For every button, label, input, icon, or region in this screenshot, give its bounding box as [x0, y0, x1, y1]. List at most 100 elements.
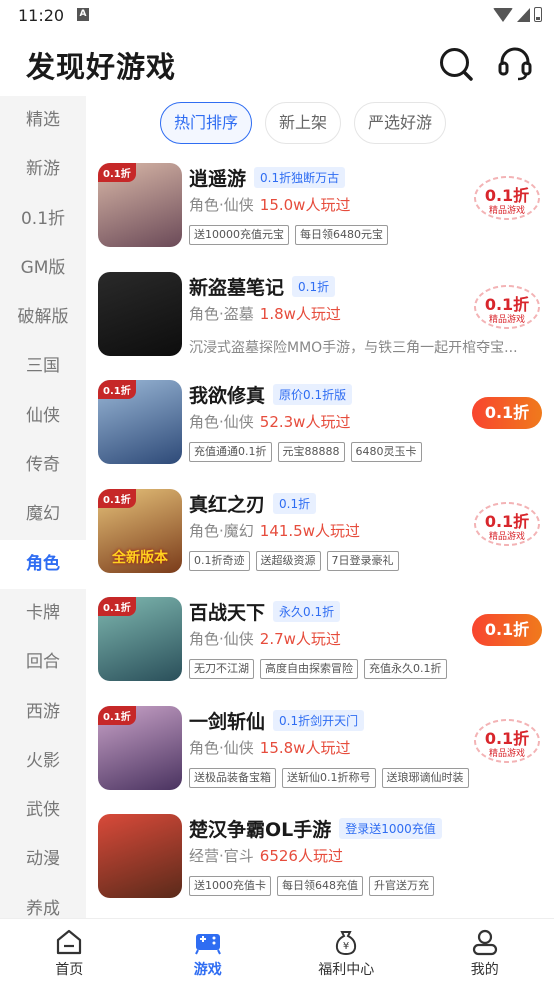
discount-button[interactable]: 0.1折 [472, 397, 542, 429]
stamp-label: 精品游戏 [488, 531, 525, 542]
icon-caption: 全新版本 [112, 549, 168, 566]
game-row[interactable]: 0.1折 一剑斩仙 0.1折剑开天门 角色·仙侠 15.8w人玩过 送极品装备宝箱 送斩仙0… [86, 701, 554, 810]
headset-icon[interactable] [497, 46, 533, 82]
game-name: 百战天下 [189, 602, 266, 624]
sidebar-item[interactable]: 仙侠 [0, 392, 86, 441]
perk-tag: 送斩仙0.1折称号 [282, 767, 376, 788]
game-list: 0.1折 逍遥游 0.1折独断万古 角色·仙侠 15.0w人玩过 送10000充值元宝 每日… [86, 158, 554, 918]
game-row[interactable]: 新盗墓笔记 0.1折角色·盗墓 1.8w人玩过沉浸式盗墓探险MMO手游，与铁三角一起… [86, 267, 554, 376]
game-players: 141.5w人玩过 [259, 521, 360, 540]
game-icon[interactable]: 0.1折 [98, 705, 182, 790]
sidebar-item[interactable]: 养成 [0, 885, 86, 918]
game-title: 我欲修真 原价0.1折版 [189, 381, 353, 408]
nav-item[interactable]: 游戏 [139, 919, 278, 984]
game-players: 15.8w人玩过 [259, 738, 351, 757]
game-meta: 角色·魔幻 141.5w人玩过 [189, 520, 360, 541]
game-category: 角色·仙侠 [189, 630, 254, 648]
game-icon[interactable]: 0.1折 [98, 380, 182, 464]
perk-tag: 高度自由探索冒险 [260, 659, 358, 679]
perk-tag: 7日登录豪礼 [326, 550, 399, 571]
game-badge: 永久0.1折 [273, 601, 341, 622]
game-perk-tags: 0.1折奇迹 送超级资源 7日登录豪礼 [189, 550, 399, 571]
sidebar-item[interactable]: 破解版 [0, 293, 86, 342]
search-icon[interactable] [438, 46, 474, 82]
game-icon[interactable] [98, 814, 182, 898]
discount-stamp: 0.1折 精品游戏 [472, 283, 542, 331]
game-meta: 角色·仙侠 52.3w人玩过 [189, 411, 350, 432]
sidebar-item[interactable]: 动漫 [0, 835, 86, 884]
tab-pill[interactable]: 热门排序 [160, 102, 253, 144]
signal-icon [517, 7, 530, 22]
status-icons [493, 7, 542, 22]
game-category: 角色·魔幻 [189, 521, 254, 540]
game-description: 沉浸式盗墓探险MMO手游，与铁三角一起开棺夺宝... [189, 339, 518, 356]
perk-tag: 送1000充值卡 [189, 876, 271, 896]
sidebar-item[interactable]: 卡牌 [0, 589, 86, 638]
perk-tag: 充值通通0.1折 [189, 442, 272, 462]
game-row[interactable]: 0.1折 我欲修真 原价0.1折版角色·仙侠 52.3w人玩过充值通通0.1折 元宝88… [86, 375, 554, 484]
nav-item[interactable]: 我的 [416, 919, 554, 984]
tab-pill[interactable]: 严选好游 [354, 102, 447, 144]
discount-stamp: 0.1折 精品游戏 [472, 174, 542, 222]
perk-tag: 升官送万充 [369, 876, 434, 896]
game-title: 逍遥游 0.1折独断万古 [189, 164, 346, 191]
game-icon[interactable]: 0.1折 [98, 597, 182, 681]
game-players: 1.8w人玩过 [259, 304, 341, 323]
perk-tag: 送琅琊谪仙时装 [381, 767, 469, 788]
game-icon[interactable]: 0.1折 全新版本 [98, 488, 182, 573]
game-perk-tags: 送10000充值元宝 每日领6480元宝 [189, 225, 388, 245]
bottom-nav: 首页 游戏 ¥ 福利中心 我的 [0, 918, 554, 984]
sidebar-item[interactable]: 西游 [0, 688, 86, 737]
game-title: 百战天下 永久0.1折 [189, 598, 341, 625]
sidebar-item[interactable]: 新游 [0, 145, 86, 194]
game-name: 楚汉争霸OL手游 [189, 819, 332, 841]
game-name: 一剑斩仙 [189, 710, 266, 733]
gamepad-icon [194, 934, 221, 955]
sidebar-item[interactable]: GM版 [0, 244, 86, 293]
sidebar-item[interactable]: 魔幻 [0, 490, 86, 539]
sidebar-item[interactable]: 精选 [0, 96, 86, 145]
icon-discount-tag: 0.1折 [98, 597, 136, 616]
game-meta: 角色·盗墓 1.8w人玩过 [189, 303, 341, 324]
sidebar-item[interactable]: 0.1折 [0, 195, 86, 244]
game-perk-tags: 充值通通0.1折 元宝88888 6480灵玉卡 [189, 442, 422, 462]
wifi-icon [493, 7, 513, 22]
sidebar-item[interactable]: 回合 [0, 638, 86, 687]
game-row[interactable]: 0.1折 全新版本 真红之刃 0.1折 角色·魔幻 141.5w人玩过 0.1折奇迹 送超级资… [86, 484, 554, 593]
sidebar-item[interactable]: 火影 [0, 737, 86, 786]
tab-pill[interactable]: 新上架 [265, 102, 342, 144]
game-title: 新盗墓笔记 0.1折 [189, 273, 336, 300]
discount-button[interactable]: 0.1折 [472, 614, 542, 646]
nav-label: 福利中心 [318, 962, 375, 978]
nav-item[interactable]: 首页 [0, 919, 139, 984]
game-name: 我欲修真 [189, 385, 266, 407]
game-meta: 角色·仙侠 15.0w人玩过 [189, 194, 350, 215]
game-name: 新盗墓笔记 [189, 276, 285, 299]
perk-tag: 每日领648充值 [277, 876, 363, 896]
notification-icon: A [77, 8, 89, 21]
game-name: 真红之刃 [189, 493, 266, 516]
sidebar-item[interactable]: 传奇 [0, 441, 86, 490]
game-perk-tags: 无刀不江湖 高度自由探索冒险 充值永久0.1折 [189, 659, 447, 679]
status-time: 11:20 [18, 6, 65, 25]
game-icon[interactable] [98, 271, 182, 356]
game-players: 15.0w人玩过 [259, 196, 351, 214]
nav-label: 游戏 [193, 962, 222, 978]
game-row[interactable]: 楚汉争霸OL手游 登录送1000充值 经营·官斗 6526人玩过 送1000充值卡 每日领… [86, 809, 554, 918]
game-meta: 角色·仙侠 15.8w人玩过 [189, 737, 350, 758]
game-category: 经营·官斗 [189, 847, 254, 865]
game-badge: 0.1折 [273, 492, 317, 514]
sidebar-item[interactable]: 三国 [0, 342, 86, 391]
game-icon[interactable]: 0.1折 [98, 163, 182, 247]
sidebar-item[interactable]: 角色 [0, 539, 86, 589]
game-row[interactable]: 0.1折 逍遥游 0.1折独断万古角色·仙侠 15.0w人玩过送10000充值元宝 每日… [86, 158, 554, 267]
game-badge: 原价0.1折版 [273, 384, 353, 405]
game-row[interactable]: 0.1折 百战天下 永久0.1折角色·仙侠 2.7w人玩过无刀不江湖 高度自由探索冒险充… [86, 592, 554, 701]
perk-tag: 0.1折奇迹 [189, 550, 250, 571]
icon-discount-tag: 0.1折 [98, 380, 136, 399]
game-players: 2.7w人玩过 [259, 630, 341, 648]
stamp-label: 精品游戏 [488, 314, 525, 325]
nav-item[interactable]: ¥ 福利中心 [277, 919, 416, 984]
perk-tag: 每日领6480元宝 [295, 225, 388, 245]
sidebar-item[interactable]: 武侠 [0, 786, 86, 835]
